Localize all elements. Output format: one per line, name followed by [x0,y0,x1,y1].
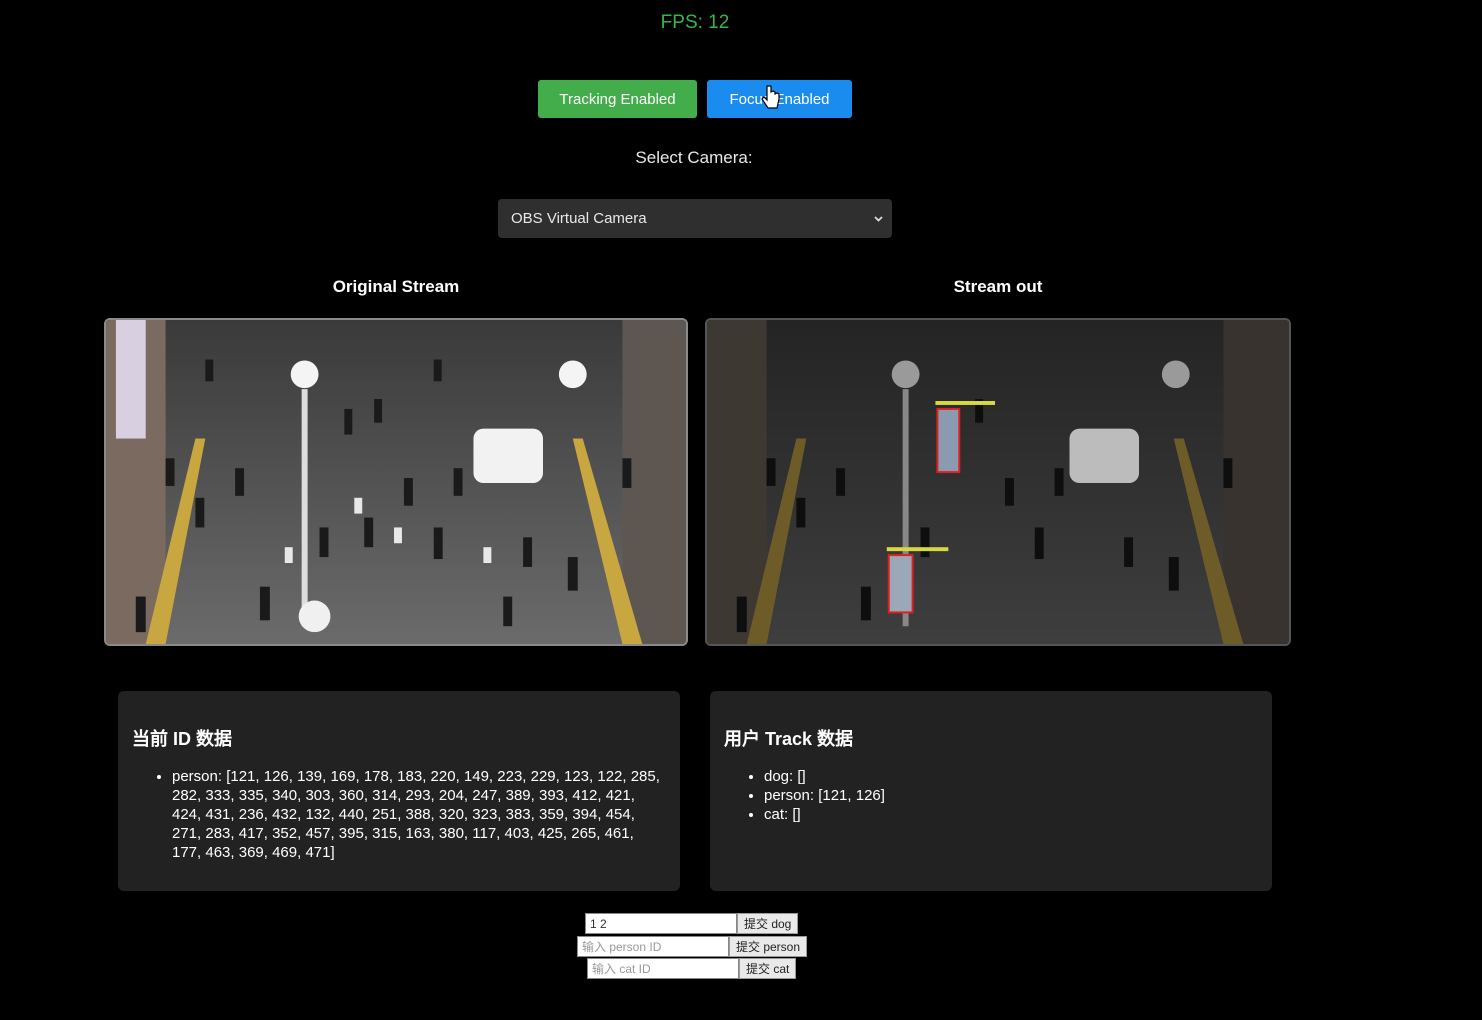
submit-dog-button[interactable]: 提交 dog [737,913,799,934]
current-id-panel: 当前 ID 数据 person: [121, 126, 139, 169, 17… [118,691,680,891]
camera-select[interactable]: OBS Virtual Camera [498,199,892,238]
camera-select-value: OBS Virtual Camera [511,210,647,227]
dog-id-form: 提交 dog [585,913,799,934]
person-id-form: 提交 person [577,936,808,957]
submit-person-button[interactable]: 提交 person [729,936,808,957]
original-stream-video [104,318,688,646]
current-id-panel-title: 当前 ID 数据 [132,729,233,749]
chevron-down-icon [874,216,883,222]
fps-counter: FPS: 12 [660,12,730,33]
user-track-panel: 用户 Track 数据 dog: [] person: [121, 126] c… [710,691,1272,891]
track-item-dog: dog: [] [764,767,1258,786]
camera-select-label: Select Camera: [635,148,753,167]
stream-out-video [705,318,1291,646]
tracking-toggle-button[interactable]: Tracking Enabled [538,80,697,118]
mouse-pointer-icon [761,85,780,109]
person-id-input[interactable] [577,936,729,957]
cat-id-input[interactable] [587,958,739,979]
submit-cat-button[interactable]: 提交 cat [739,958,797,979]
dog-id-input[interactable] [585,913,737,934]
user-track-panel-title: 用户 Track 数据 [724,729,854,749]
detection-box-person-2 [887,554,914,614]
cat-id-form: 提交 cat [587,958,797,979]
original-stream-title: Original Stream [332,277,460,296]
stream-out-title: Stream out [953,277,1043,296]
user-track-list: dog: [] person: [121, 126] cat: [] [724,767,1258,824]
current-id-item-person: person: [121, 126, 139, 169, 178, 183, 2… [172,767,666,862]
detection-box-person-1 [936,407,961,474]
track-item-cat: cat: [] [764,805,1258,824]
current-id-list: person: [121, 126, 139, 169, 178, 183, 2… [132,767,666,862]
track-item-person: person: [121, 126] [764,786,1258,805]
